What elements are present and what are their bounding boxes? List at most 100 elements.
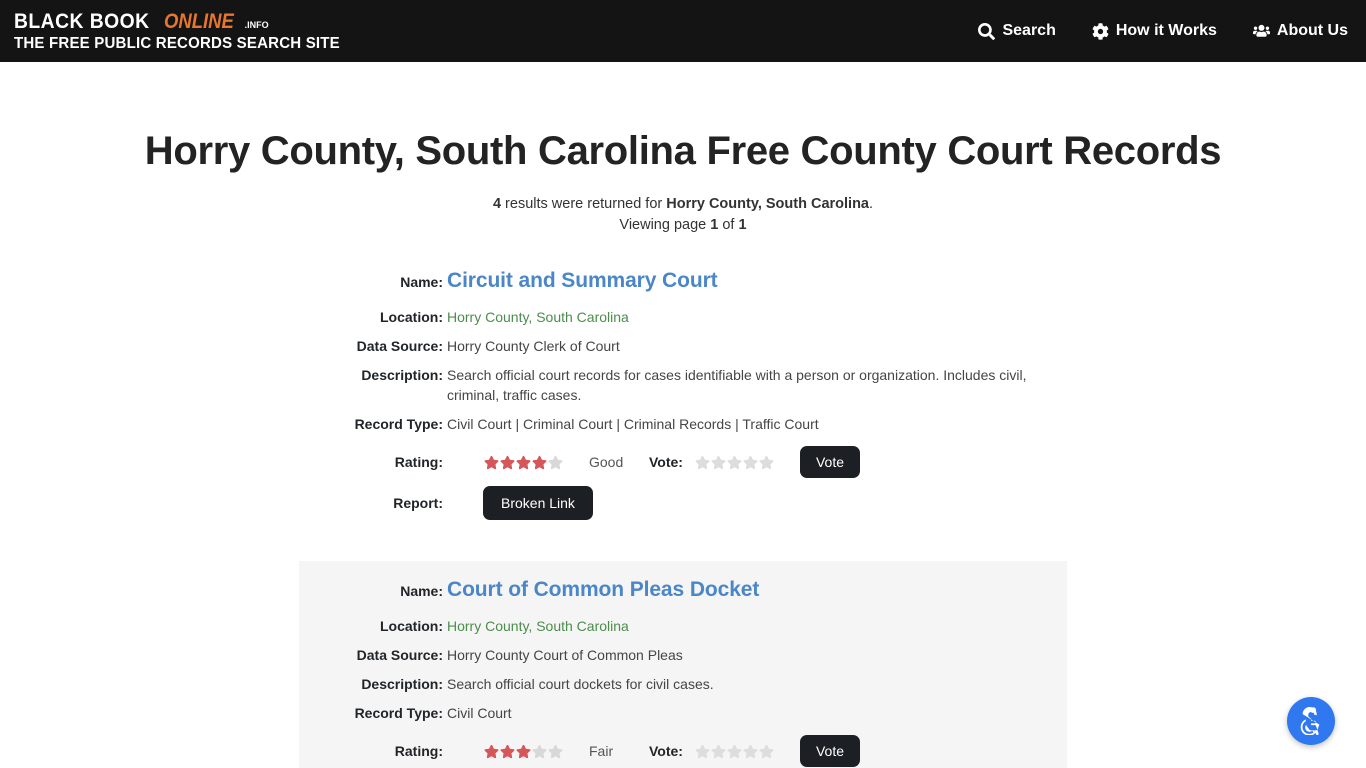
rating-stars [484, 455, 563, 470]
nav-label-about-us: About Us [1276, 22, 1348, 39]
nav-label-search: Search [1002, 22, 1056, 39]
label-vote: Vote: [649, 454, 683, 470]
result-rating-row: Rating: Good Vote: Vote [299, 446, 1067, 478]
nav-item-how-it-works[interactable]: How it Works [1092, 22, 1217, 40]
result-datasource-row: Data Source: Horry County Clerk of Court [299, 336, 1067, 356]
rating-word: Fair [589, 743, 614, 759]
rating-star-4 [532, 455, 547, 470]
label-vote: Vote: [649, 743, 683, 759]
vote-button[interactable]: Vote [799, 446, 860, 478]
vote-star-5[interactable] [759, 744, 774, 759]
result-location-row: Location: Horry County, South Carolina [299, 616, 1067, 636]
label-data-source: Data Source: [356, 338, 443, 354]
result-location-row: Location: Horry County, South Carolina [299, 307, 1067, 327]
rating-star-3 [516, 455, 531, 470]
search-icon [978, 22, 996, 40]
label-record-type: Record Type: [354, 416, 443, 432]
logo-tagline: THE FREE PUBLIC RECORDS SEARCH SITE [14, 34, 340, 52]
result-location-link[interactable]: Horry County, South Carolina [447, 309, 629, 325]
broken-link-button[interactable]: Broken Link [483, 486, 593, 520]
results-list: Name: Circuit and Summary Court Location… [0, 254, 1366, 768]
accessibility-button[interactable] [1287, 697, 1335, 745]
result-record-type: Civil Court | Criminal Court | Criminal … [447, 416, 819, 432]
result-name-row: Name: Circuit and Summary Court [299, 268, 1067, 295]
result-count-line: 4 results were returned for Horry County… [0, 194, 1366, 215]
vote-star-4[interactable] [743, 455, 758, 470]
result-name-link[interactable]: Court of Common Pleas Docket [447, 578, 759, 601]
vote-star-2[interactable] [711, 744, 726, 759]
page-viewport: BLACK BOOK ONLINE .INFO THE FREE PUBLIC … [0, 0, 1366, 768]
vote-star-1[interactable] [695, 455, 710, 470]
rating-star-1 [484, 455, 499, 470]
logo-wordmark: BLACK BOOK ONLINE .INFO [14, 11, 350, 32]
vote-star-3[interactable] [727, 744, 742, 759]
label-location: Location: [380, 309, 443, 325]
vote-star-5[interactable] [759, 455, 774, 470]
result-period: . [869, 196, 874, 212]
result-card: Name: Circuit and Summary Court Location… [299, 254, 1067, 547]
label-name: Name: [400, 583, 443, 599]
vote-star-1[interactable] [695, 744, 710, 759]
result-description-row: Description: Search official court recor… [299, 365, 1067, 405]
site-logo[interactable]: BLACK BOOK ONLINE .INFO THE FREE PUBLIC … [14, 11, 350, 52]
result-location-link[interactable]: Horry County, South Carolina [447, 618, 629, 634]
label-description: Description: [361, 367, 443, 383]
result-location: Horry County, South Carolina [666, 196, 869, 212]
main-nav: Search How it Works About Us [978, 22, 1348, 40]
vote-star-3[interactable] [727, 455, 742, 470]
rating-star-5 [548, 455, 563, 470]
page-content: Horry County, South Carolina Free County… [0, 62, 1366, 768]
result-card: Name: Court of Common Pleas Docket Locat… [299, 561, 1067, 768]
result-record-type: Civil Court [447, 705, 512, 721]
rating-word: Good [589, 454, 624, 470]
nav-label-how-it-works: How it Works [1115, 22, 1217, 39]
nav-item-search[interactable]: Search [978, 22, 1056, 40]
vote-button[interactable]: Vote [799, 735, 860, 767]
logo-text-blackbook: BLACK BOOK [14, 9, 150, 33]
site-header: BLACK BOOK ONLINE .INFO THE FREE PUBLIC … [0, 0, 1366, 62]
result-description: Search official court records for cases … [447, 367, 1027, 403]
label-location: Location: [380, 618, 443, 634]
result-data-source: Horry County Court of Common Pleas [447, 647, 683, 663]
rating-star-5 [548, 744, 563, 759]
page-total: 1 [738, 217, 747, 233]
vote-star-4[interactable] [743, 744, 758, 759]
vote-stars[interactable] [695, 744, 774, 759]
rating-star-1 [484, 744, 499, 759]
label-record-type: Record Type: [354, 705, 443, 721]
viewing-mid: of [718, 217, 739, 233]
vote-stars[interactable] [695, 455, 774, 470]
label-rating: Rating: [394, 743, 443, 759]
result-recordtype-row: Record Type: Civil Court [299, 703, 1067, 723]
page-title: Horry County, South Carolina Free County… [144, 129, 1222, 173]
result-description: Search official court dockets for civil … [447, 676, 714, 692]
label-name: Name: [400, 274, 443, 290]
rating-star-4 [532, 744, 547, 759]
people-icon [1252, 23, 1270, 40]
rating-star-3 [516, 744, 531, 759]
result-data-source: Horry County Clerk of Court [447, 338, 620, 354]
rating-stars [484, 744, 563, 759]
label-description: Description: [361, 676, 443, 692]
gear-icon [1092, 22, 1109, 40]
result-summary: 4 results were returned for Horry County… [0, 194, 1366, 236]
result-report-row: Report: Broken Link [299, 486, 1067, 520]
result-name-row: Name: Court of Common Pleas Docket [299, 577, 1067, 604]
result-description-row: Description: Search official court docke… [299, 674, 1067, 694]
logo-text-info: .INFO [244, 19, 269, 30]
rating-star-2 [500, 744, 515, 759]
label-data-source: Data Source: [356, 647, 443, 663]
logo-text-online: ONLINE [164, 9, 235, 33]
pagination-line: Viewing page 1 of 1 [0, 215, 1366, 236]
label-rating: Rating: [394, 454, 443, 470]
wheelchair-icon [1297, 707, 1325, 735]
result-count-text: results were returned for [501, 196, 667, 212]
rating-star-2 [500, 455, 515, 470]
result-count: 4 [492, 196, 502, 212]
nav-item-about-us[interactable]: About Us [1252, 22, 1348, 40]
result-name-link[interactable]: Circuit and Summary Court [447, 269, 718, 292]
vote-star-2[interactable] [711, 455, 726, 470]
viewing-prefix: Viewing page [619, 217, 711, 233]
result-datasource-row: Data Source: Horry County Court of Commo… [299, 645, 1067, 665]
result-rating-row: Rating: Fair Vote: Vote [299, 735, 1067, 767]
